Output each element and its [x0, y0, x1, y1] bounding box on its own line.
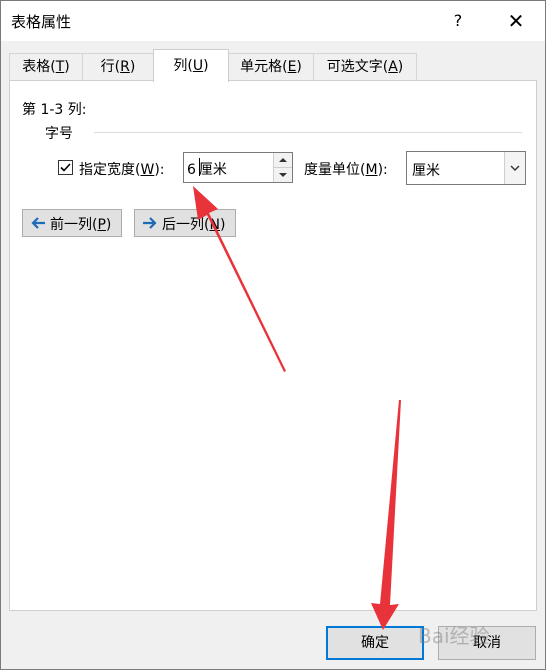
- close-button[interactable]: ✕: [499, 5, 533, 37]
- tab-row[interactable]: 行(R): [82, 53, 154, 81]
- specify-width-label: 指定宽度(W):: [79, 162, 165, 178]
- tab-cell[interactable]: 单元格(E): [228, 53, 314, 81]
- column-tab-panel: 第 1-3 列: 字号 指定宽度(W): 6 厘米 度量单位(M): 厘米 前一…: [9, 80, 537, 611]
- triangle-down-icon: [279, 173, 287, 177]
- help-button[interactable]: ?: [441, 5, 475, 37]
- tab-alt-text[interactable]: 可选文字(A): [313, 53, 417, 81]
- table-properties-dialog: 表格属性 ? ✕ 表格(T) 行(R) 列(U) 单元格(E) 可选文字(A) …: [0, 0, 546, 670]
- specify-width-checkbox[interactable]: [58, 160, 73, 175]
- width-value: 6 厘米: [187, 162, 227, 178]
- measure-unit-value: 厘米: [412, 163, 440, 179]
- ok-button[interactable]: 确定: [326, 626, 424, 660]
- text-caret: [199, 158, 200, 176]
- spin-buttons: [273, 153, 292, 182]
- measure-unit-select[interactable]: 厘米: [406, 151, 526, 185]
- width-spinbox[interactable]: 6 厘米: [183, 152, 293, 183]
- cancel-button[interactable]: 取消: [438, 626, 536, 660]
- spin-up-button[interactable]: [274, 153, 292, 168]
- triangle-up-icon: [279, 158, 287, 162]
- arrow-right-icon: [143, 217, 157, 229]
- size-group-label: 字号: [45, 126, 73, 142]
- chevron-down-icon: [510, 165, 520, 171]
- column-range-heading: 第 1-3 列:: [22, 102, 87, 118]
- dialog-title: 表格属性: [11, 13, 72, 31]
- measure-unit-label: 度量单位(M):: [304, 162, 388, 178]
- tab-table[interactable]: 表格(T): [9, 53, 83, 81]
- arrow-left-icon: [31, 217, 45, 229]
- tab-column[interactable]: 列(U): [153, 49, 229, 82]
- previous-column-button[interactable]: 前一列(P): [22, 209, 122, 237]
- spin-down-button[interactable]: [274, 168, 292, 182]
- dropdown-button[interactable]: [504, 152, 525, 184]
- next-column-button[interactable]: 后一列(N): [134, 209, 236, 237]
- title-bar: 表格属性 ? ✕: [1, 1, 545, 41]
- group-divider: [94, 132, 522, 133]
- checkmark-icon: [60, 163, 71, 172]
